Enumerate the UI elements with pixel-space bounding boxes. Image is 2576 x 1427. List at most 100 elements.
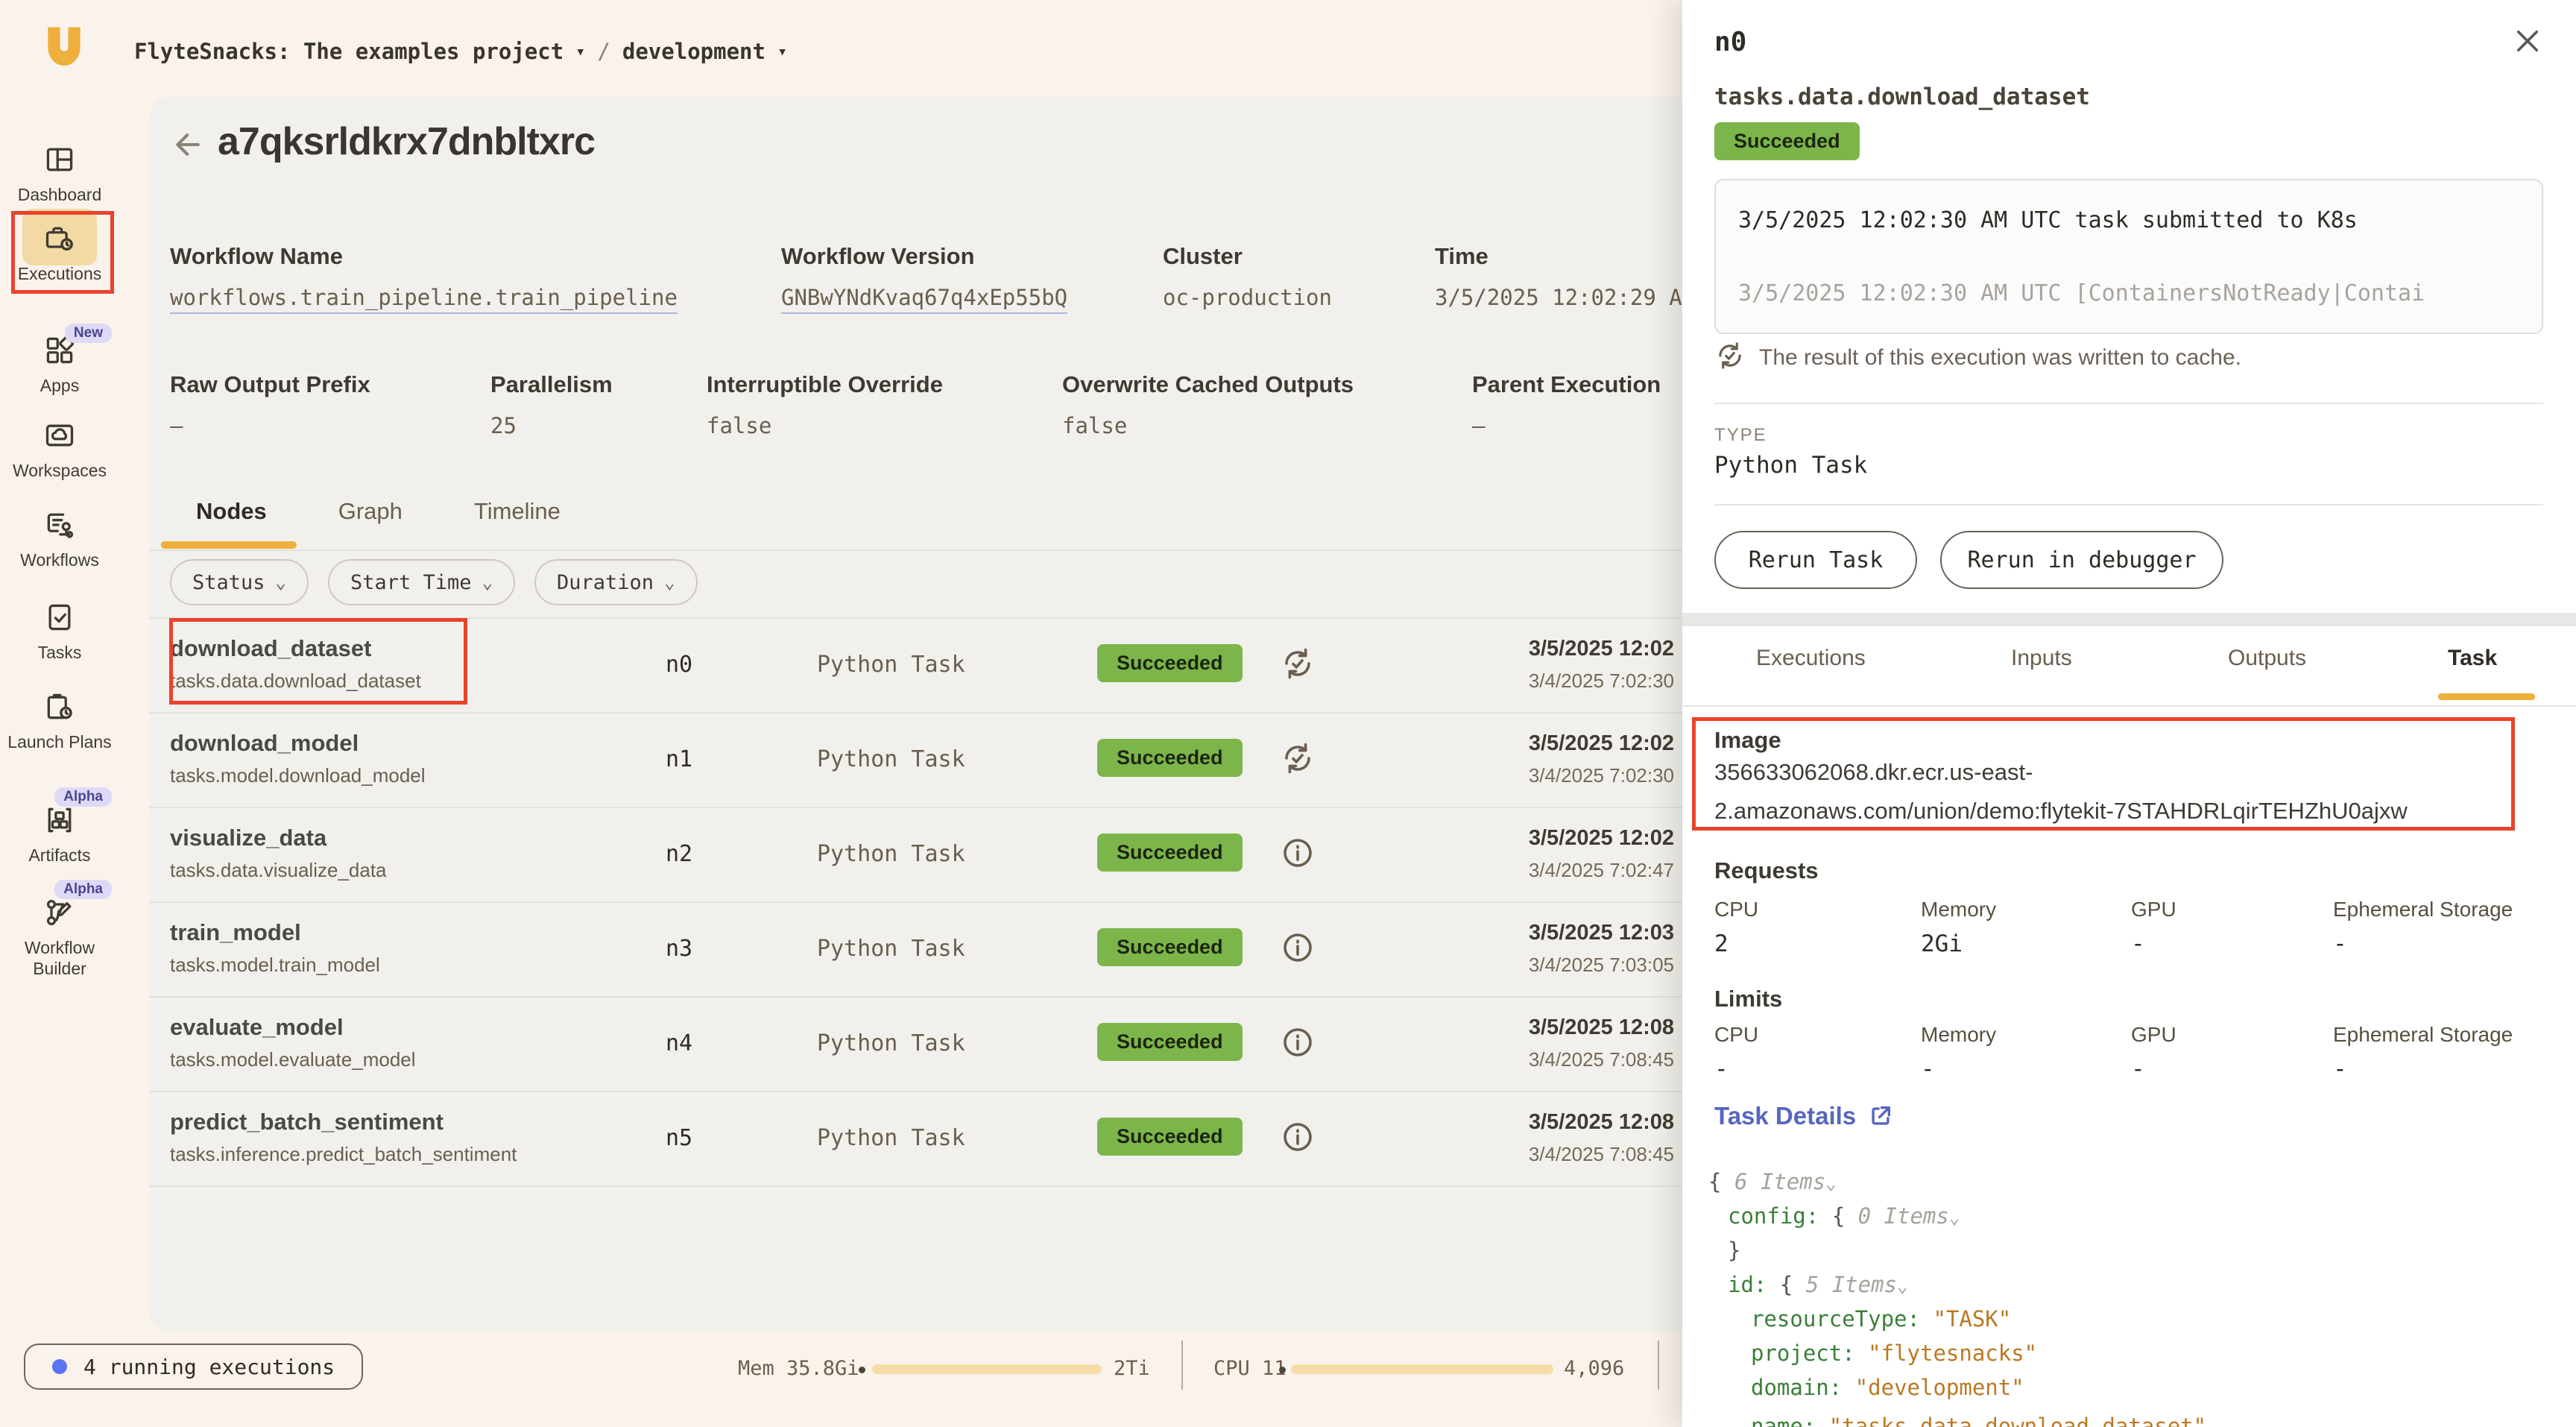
tab-graph[interactable]: Graph [338,498,402,525]
table-row-n2[interactable]: visualize_data tasks.data.visualize_data… [149,808,1685,901]
json-config-line[interactable]: config: { 0 Items⌄ [1728,1203,1960,1229]
json-config-close-line: } [1728,1238,1740,1263]
node-task-fqn: tasks.inference.predict_batch_sentiment [170,1143,517,1166]
sidebar-item-dashboard[interactable]: Dashboard [0,143,119,205]
sidebar-item-label: Artifacts [0,845,119,866]
sidebar-item-label: Apps [0,375,119,396]
annotation-box-image [1692,717,2515,831]
node-start-time-alt: 3/4/2025 7:02:30 [1529,764,1674,787]
panel-tab-outputs[interactable]: Outputs [2228,646,2306,671]
status-filter[interactable]: Status ⌄ [170,559,309,605]
collapse-caret-icon[interactable]: ⌄ [1825,1173,1836,1194]
node-start-time: 3/5/2025 12:08 [1529,1110,1674,1135]
breadcrumb-project[interactable]: FlyteSnacks: The examples project [134,39,564,64]
info-icon[interactable] [1280,1024,1316,1060]
table-row-n1[interactable]: download_model tasks.model.download_mode… [149,714,1685,807]
cached-icon[interactable] [1280,646,1316,681]
table-row-n4[interactable]: evaluate_model tasks.model.evaluate_mode… [149,998,1685,1091]
workflows-icon [43,508,76,541]
rerun-task-button[interactable]: Rerun Task [1714,531,1917,589]
chevron-down-icon: ⌄ [664,572,675,593]
json-key: domain: [1751,1375,1842,1400]
info-icon[interactable] [1280,1119,1316,1155]
node-start-time-alt: 3/4/2025 7:08:45 [1529,1143,1674,1166]
task-log-box[interactable]: 3/5/2025 12:02:30 AM UTC task submitted … [1714,179,2543,334]
launch-plans-icon [43,690,76,723]
sidebar-item-workflow-builder[interactable]: Alpha Workflow Builder [0,896,119,979]
task-details-link[interactable]: Task Details [1714,1102,1893,1130]
json-key: config: [1728,1203,1819,1229]
meta-label: Parallelism [490,371,613,398]
project-dropdown-caret-icon[interactable]: ▾ [575,42,585,61]
panel-tab-task[interactable]: Task [2448,646,2497,671]
dashboard-icon [43,143,76,176]
close-icon[interactable] [2512,25,2543,57]
json-field-line: resourceType: "TASK" [1751,1306,2011,1332]
cached-icon[interactable] [1280,740,1316,776]
resource-label: CPU [1714,898,1758,922]
info-icon[interactable] [1280,930,1316,965]
footer-divider [1181,1341,1183,1390]
sidebar-item-workflows[interactable]: Workflows [0,508,119,570]
sidebar-item-workspaces[interactable]: Workspaces [0,419,119,481]
collapse-caret-icon[interactable]: ⌄ [1897,1276,1907,1297]
rerun-in-debugger-button[interactable]: Rerun in debugger [1940,531,2223,589]
panel-tab-executions[interactable]: Executions [1756,646,1866,671]
meta-label: Raw Output Prefix [170,371,370,398]
node-type: Python Task [817,1125,965,1151]
raw-output-prefix-value: – [170,413,183,438]
json-id-line[interactable]: id: { 5 Items⌄ [1728,1272,1907,1297]
divider [1714,403,2543,404]
workflow-builder-icon [43,896,76,929]
node-start-time: 3/5/2025 12:08 [1529,1015,1674,1040]
requests-title: Requests [1714,857,1819,884]
filter-label: Status [192,571,265,594]
node-start-time-alt: 3/4/2025 7:02:47 [1529,859,1674,882]
status-badge: Succeeded [1097,1023,1243,1061]
json-item-count: 6 Items [1734,1169,1825,1194]
sidebar-item-label: Workflow Builder [0,937,119,979]
back-button[interactable] [172,128,205,161]
node-start-time: 3/5/2025 12:02 [1529,731,1674,756]
workflow-name-link[interactable]: workflows.train_pipeline.train_pipeline [170,285,678,314]
table-row-n3[interactable]: train_model tasks.model.train_model n3 P… [149,903,1685,996]
json-value: "TASK" [1933,1306,2011,1332]
union-logo[interactable] [41,24,87,70]
collapse-caret-icon[interactable]: ⌄ [1949,1207,1960,1228]
alpha-badge: Alpha [54,880,112,899]
sidebar-item-artifacts[interactable]: Alpha Artifacts [0,804,119,866]
sidebar-item-tasks[interactable]: Tasks [0,601,119,663]
sidebar-item-apps[interactable]: New Apps [0,334,119,396]
active-tab-indicator [2438,693,2535,700]
resource-label: CPU [1714,1023,1758,1047]
info-icon[interactable] [1280,835,1316,871]
sidebar-item-launch-plans[interactable]: Launch Plans [0,690,119,752]
node-task-fqn: tasks.model.download_model [170,764,426,787]
panel-tab-inputs[interactable]: Inputs [2011,646,2072,671]
parent-execution-value: – [1472,413,1485,438]
node-id: n5 [666,1125,692,1151]
tab-nodes[interactable]: Nodes [196,498,267,525]
node-type: Python Task [817,936,965,962]
node-id: n2 [666,841,692,867]
node-start-time: 3/5/2025 12:02 [1529,637,1674,661]
workspaces-icon [43,419,76,452]
json-brace: { [1832,1203,1845,1229]
breadcrumb-domain[interactable]: development [622,39,765,64]
type-label: TYPE [1714,425,1767,446]
running-executions-button[interactable]: 4 running executions [24,1343,363,1390]
duration-filter[interactable]: Duration ⌄ [534,559,698,605]
log-line: 3/5/2025 12:02:30 AM UTC [ContainersNotR… [1738,280,2425,306]
tab-timeline[interactable]: Timeline [474,498,561,525]
workflow-version-link[interactable]: GNBwYNdKvaq67q4xEp55bQ [781,285,1067,314]
table-row-n5[interactable]: predict_batch_sentiment tasks.inference.… [149,1092,1685,1185]
sidebar-item-label: Tasks [0,642,119,663]
node-name: download_model [170,730,359,757]
node-name: train_model [170,919,301,946]
json-root-line[interactable]: { 6 Items⌄ [1708,1169,1837,1194]
annotation-box-download-dataset [169,618,467,705]
start-time-filter[interactable]: Start Time ⌄ [328,559,515,605]
domain-dropdown-caret-icon[interactable]: ▾ [777,42,787,61]
node-type: Python Task [817,1030,965,1056]
resource-label: GPU [2131,898,2176,922]
